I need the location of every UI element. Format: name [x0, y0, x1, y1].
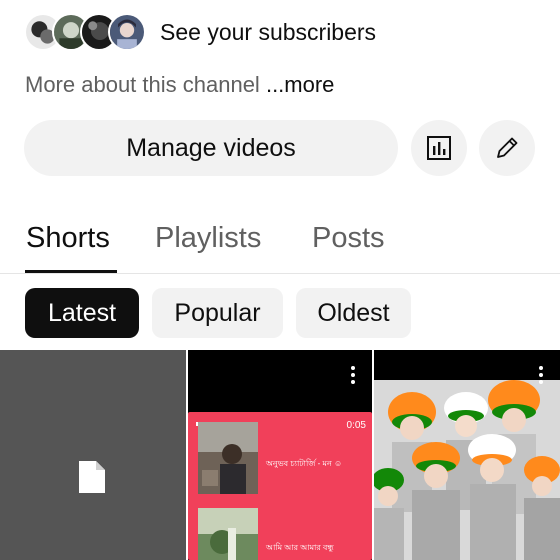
- tab-playlists[interactable]: Playlists: [155, 222, 261, 255]
- caption-text: অনুভব চ্যাটার্জি - মন ☺: [266, 459, 343, 468]
- active-tab-indicator: [25, 270, 117, 273]
- tab-shorts[interactable]: Shorts: [26, 222, 110, 255]
- more-options-icon[interactable]: [350, 366, 356, 386]
- caption-text: আমি আর আমার বন্ধু: [266, 543, 334, 552]
- subscriber-avatar: [108, 13, 146, 51]
- edit-channel-button[interactable]: [479, 120, 535, 176]
- chip-oldest[interactable]: Oldest: [296, 288, 411, 338]
- see-subscribers-link[interactable]: See your subscribers: [160, 19, 376, 46]
- short-thumbnail[interactable]: [0, 350, 186, 560]
- thumbnail-image: [198, 508, 258, 560]
- short-preview-card: 0:05 অনুভব চ্যাটার্জি - মন ☺ আমি আর আমার…: [188, 412, 372, 560]
- tab-posts[interactable]: Posts: [312, 222, 385, 255]
- more-link[interactable]: ...more: [266, 72, 334, 97]
- chip-popular[interactable]: Popular: [152, 288, 283, 338]
- more-options-icon[interactable]: [538, 366, 544, 386]
- thumbnail-image: [374, 350, 560, 560]
- document-icon: [79, 461, 105, 493]
- channel-tabs: Shorts Playlists Posts: [0, 218, 560, 274]
- channel-description[interactable]: More about this channel ...more: [25, 72, 334, 98]
- analytics-button[interactable]: [411, 120, 467, 176]
- analytics-icon: [427, 136, 451, 160]
- subscribers-row[interactable]: See your subscribers: [24, 12, 376, 52]
- short-thumbnail[interactable]: [374, 350, 560, 560]
- short-thumbnail[interactable]: 0:05 অনুভব চ্যাটার্জি - মন ☺ আমি আর আমার…: [188, 350, 372, 560]
- subscriber-avatars: [24, 13, 150, 51]
- chip-latest[interactable]: Latest: [25, 288, 139, 338]
- duration-label: 0:05: [346, 420, 366, 431]
- pencil-icon: [497, 137, 518, 158]
- manage-videos-button[interactable]: Manage videos: [24, 120, 398, 176]
- thumbnail-image: [198, 422, 258, 494]
- more-about-text: More about this channel: [25, 72, 260, 97]
- shorts-grid: 0:05 অনুভব চ্যাটার্জি - মন ☺ আমি আর আমার…: [0, 350, 560, 560]
